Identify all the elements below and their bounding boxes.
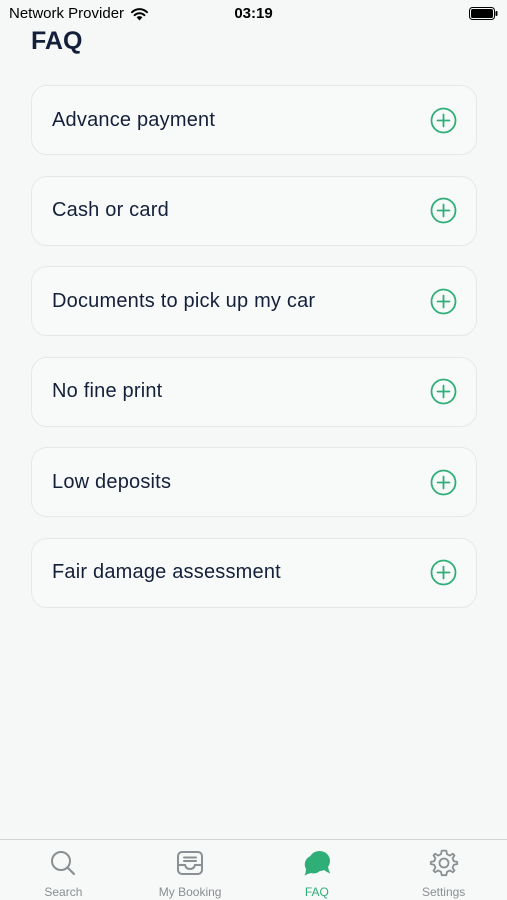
faq-question: Documents to pick up my car xyxy=(52,289,316,312)
faq-item-advance-payment[interactable]: Advance payment xyxy=(31,85,477,155)
faq-question: Advance payment xyxy=(52,108,216,131)
status-time: 03:19 xyxy=(234,5,273,22)
tab-faq[interactable]: FAQ xyxy=(254,840,381,900)
tab-my-booking[interactable]: My Booking xyxy=(127,840,254,900)
tab-search[interactable]: Search xyxy=(0,840,127,900)
tab-bar: Search My Booking FAQ Settings xyxy=(0,839,507,900)
inbox-icon xyxy=(177,851,204,875)
faq-item-fair-damage-assessment[interactable]: Fair damage assessment xyxy=(31,537,477,608)
expand-plus-icon[interactable] xyxy=(430,559,457,586)
faq-item-cash-or-card[interactable]: Cash or card xyxy=(31,175,477,246)
faq-item-low-deposits[interactable]: Low deposits xyxy=(31,447,477,517)
tab-label: My Booking xyxy=(158,885,222,899)
tab-settings[interactable]: Settings xyxy=(380,840,507,900)
battery-icon xyxy=(469,7,498,20)
faq-list: Advance payment Cash or card Documents t… xyxy=(31,85,477,628)
faq-item-documents[interactable]: Documents to pick up my car xyxy=(31,266,477,336)
search-icon xyxy=(51,851,76,876)
expand-plus-icon[interactable] xyxy=(430,197,457,224)
expand-plus-icon[interactable] xyxy=(430,288,457,315)
faq-question: Cash or card xyxy=(52,199,169,221)
chat-bubbles-icon xyxy=(304,851,331,876)
expand-plus-icon[interactable] xyxy=(430,378,457,405)
expand-plus-icon[interactable] xyxy=(430,107,457,134)
faq-question: No fine print xyxy=(52,380,163,402)
expand-plus-icon[interactable] xyxy=(430,469,457,496)
tab-label: FAQ xyxy=(304,885,329,899)
faq-question: Low deposits xyxy=(52,470,172,493)
page-title: FAQ xyxy=(31,27,83,55)
faq-question: Fair damage assessment xyxy=(52,561,281,583)
tab-label: Search xyxy=(44,885,83,899)
tab-label: Settings xyxy=(421,885,466,899)
gear-icon xyxy=(429,849,458,877)
faq-item-no-fine-print[interactable]: No fine print xyxy=(31,356,477,427)
status-bar: Network Provider 03:19 xyxy=(0,0,507,28)
